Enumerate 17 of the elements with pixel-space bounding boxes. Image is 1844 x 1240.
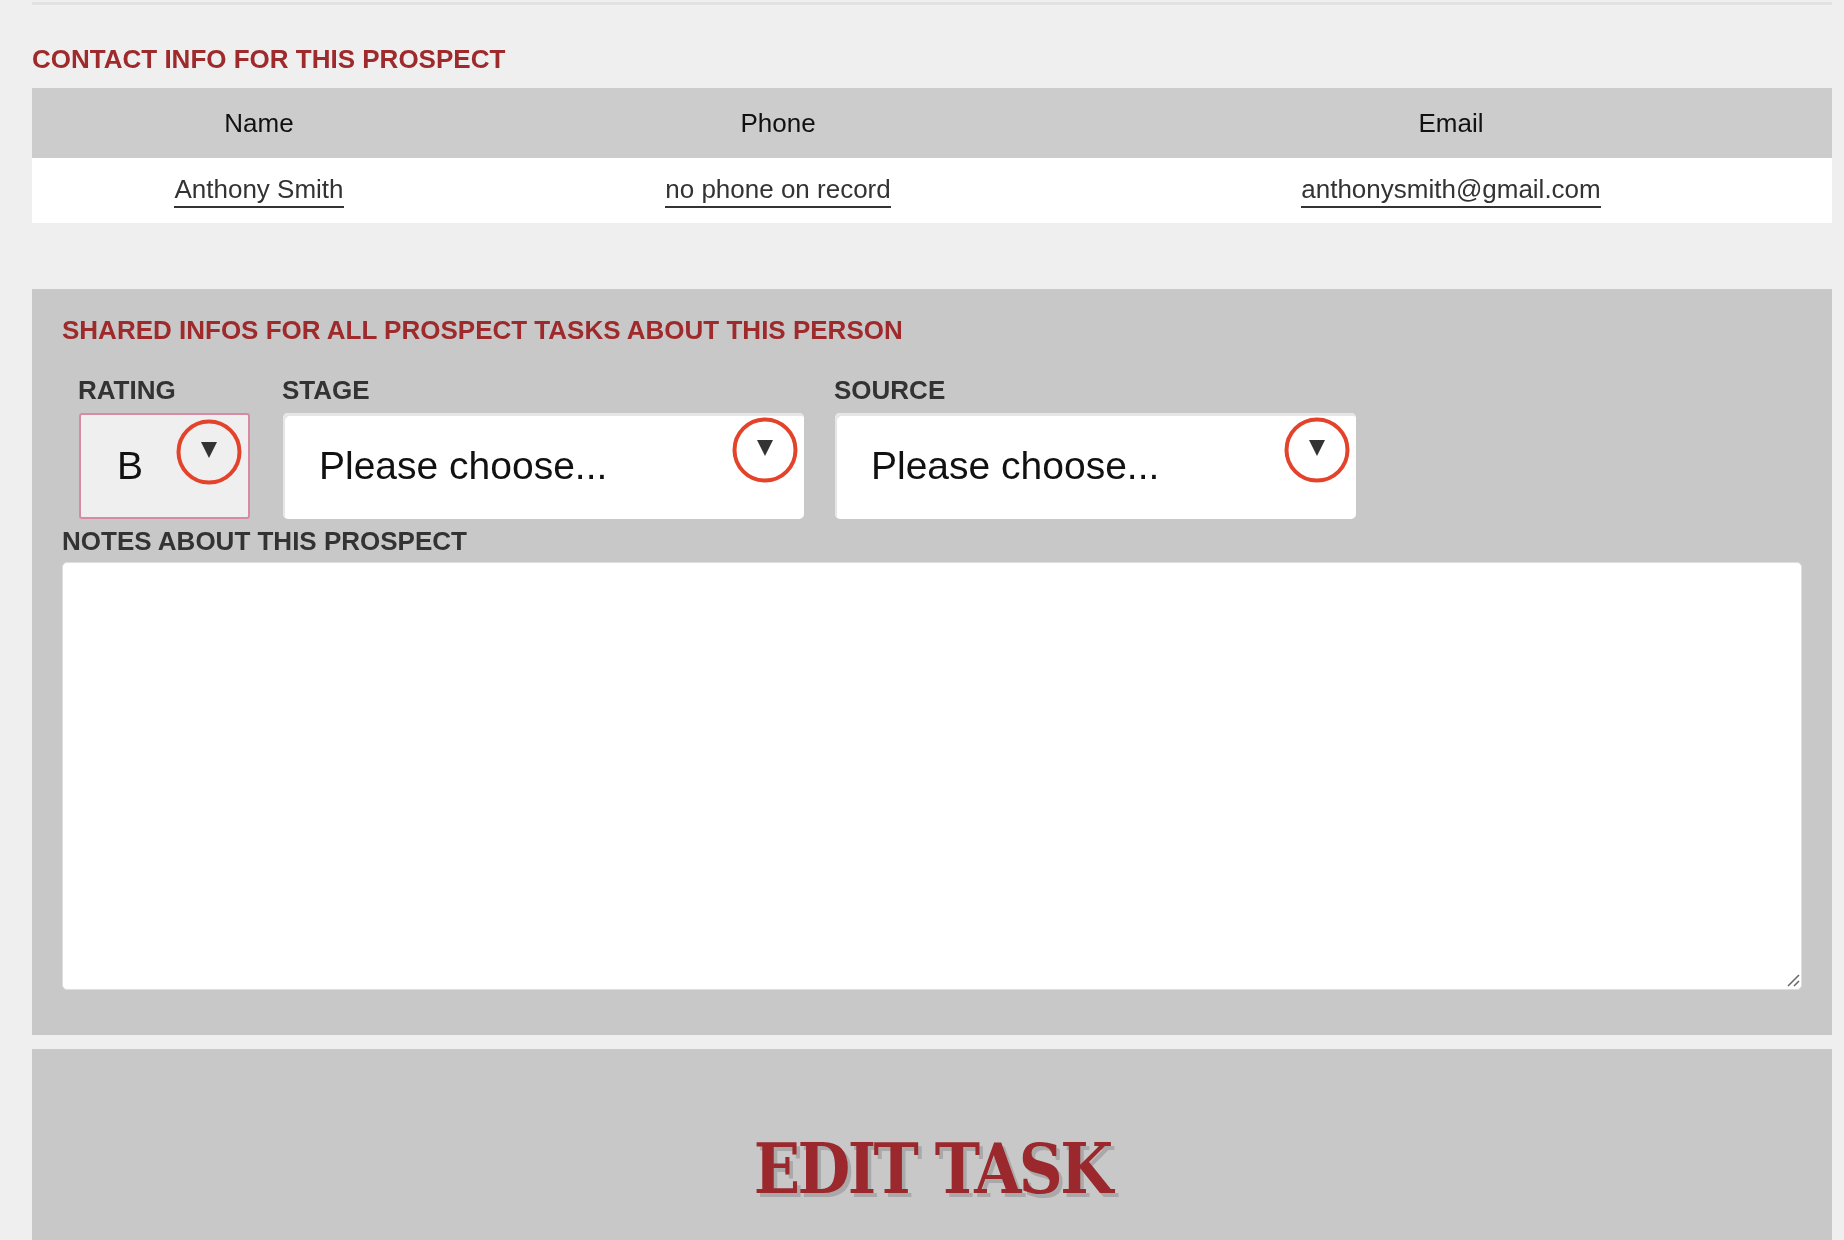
- field-label: RATING: [78, 375, 177, 405]
- field-label: SOURCE: [834, 375, 947, 405]
- email-link[interactable]: anthonysmith@gmail.com: [1301, 173, 1601, 208]
- name-link[interactable]: Anthony Smith: [174, 173, 344, 208]
- dropdown-select[interactable]: Please choose...: [283, 413, 804, 519]
- dropdown-select[interactable]: B: [79, 413, 250, 519]
- column-header: Name: [224, 107, 294, 139]
- notes-field[interactable]: [62, 562, 1802, 990]
- column-header: Email: [1418, 107, 1484, 139]
- field-label: NOTES ABOUT THIS PROSPECT: [62, 526, 468, 556]
- dropdown-select[interactable]: Please choose...: [835, 413, 1356, 519]
- column-header: Phone: [740, 107, 816, 139]
- resize-grip-icon[interactable]: [1786, 973, 1800, 987]
- section-heading: CONTACT INFO FOR THIS PROSPECT: [32, 44, 507, 74]
- field-label: STAGE: [282, 375, 371, 405]
- phone-link[interactable]: no phone on record: [665, 173, 891, 208]
- section-heading: SHARED INFOS FOR ALL PROSPECT TASKS ABOUT THIS PERSON: [62, 315, 904, 345]
